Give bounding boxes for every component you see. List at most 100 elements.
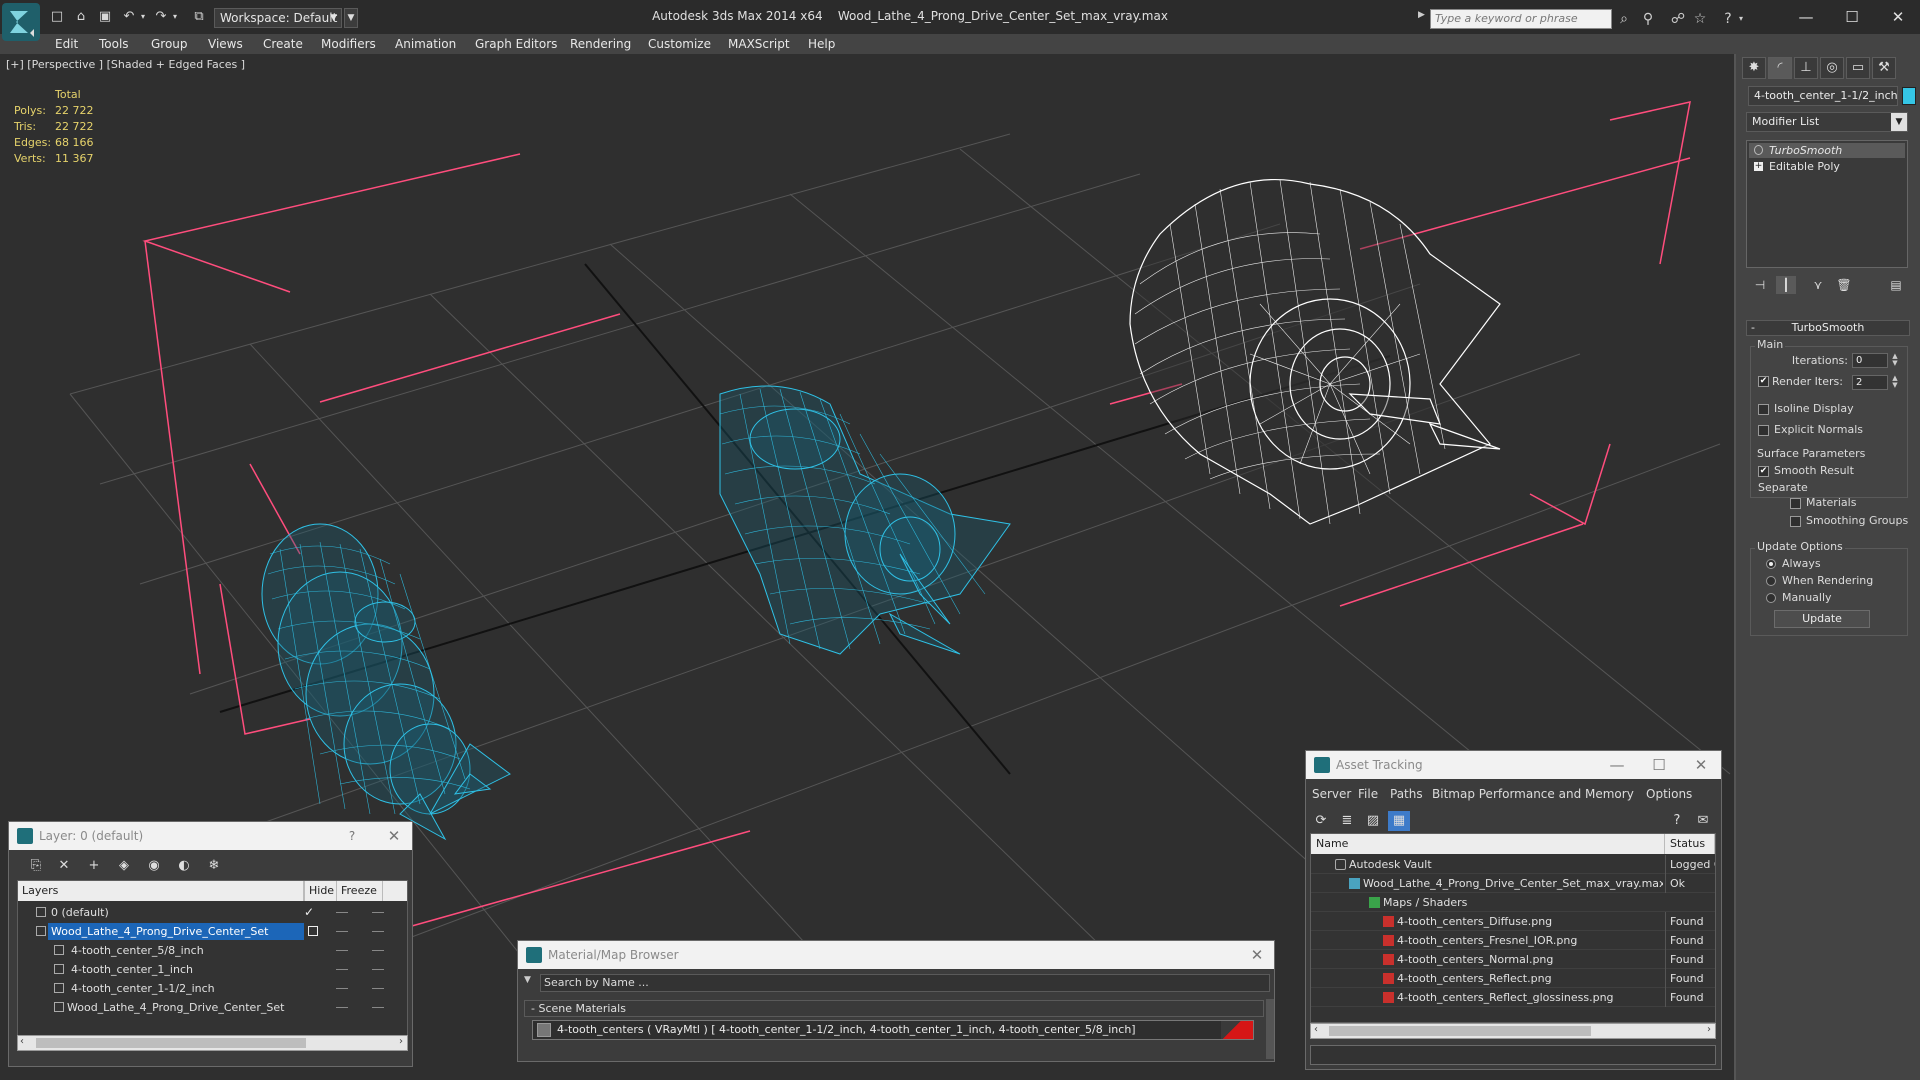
menu-maxscript[interactable]: MAXScript (728, 34, 790, 54)
asset-row[interactable]: 4-tooth_centers_Normal.png Found (1311, 950, 1715, 969)
column-header-status[interactable]: Status (1665, 834, 1715, 854)
spinner-arrows-icon[interactable]: ▲ ▼ (1890, 375, 1900, 390)
object-color-swatch[interactable] (1902, 87, 1916, 105)
freeze-toggle[interactable] (372, 988, 384, 989)
isoline-display-checkbox[interactable] (1758, 404, 1769, 415)
hide-toggle[interactable] (336, 950, 348, 951)
layer-row[interactable]: Wood_Lathe_4_Prong_Drive_Center_Set (18, 998, 407, 1017)
display-tab-icon[interactable]: ▭ (1846, 57, 1870, 79)
close-icon[interactable]: ✕ (1875, 4, 1920, 30)
help-dropdown-icon[interactable]: ▾ (1736, 10, 1746, 28)
hide-toggle[interactable] (336, 1007, 348, 1008)
menu-group[interactable]: Group (151, 34, 188, 54)
menu-customize[interactable]: Customize (648, 34, 711, 54)
freeze-toggle[interactable] (372, 912, 384, 913)
browser-options-icon[interactable]: ▼ (524, 975, 538, 991)
viewport-label[interactable]: [+] [Perspective ] [Shaded + Edged Faces… (6, 58, 245, 71)
freeze-all-layers-icon[interactable]: ❄ (203, 856, 225, 876)
column-header-name[interactable]: Name (1311, 834, 1665, 854)
stack-item-editable-poly[interactable]: + Editable Poly (1749, 159, 1905, 174)
lightbulb-icon[interactable] (1754, 145, 1763, 155)
menu-tools[interactable]: Tools (99, 34, 129, 54)
turbosmooth-rollout-header[interactable]: - TurboSmooth (1746, 320, 1910, 336)
column-header-freeze[interactable]: Freeze (337, 881, 383, 901)
help-icon[interactable]: ? (1718, 10, 1738, 28)
layer-horizontal-scrollbar[interactable]: ‹ › (17, 1035, 408, 1051)
list-view-icon[interactable]: ≣ (1336, 811, 1358, 831)
hide-all-layers-icon[interactable]: ◐ (173, 856, 195, 876)
menu-rendering[interactable]: Rendering (570, 34, 631, 54)
asset-horizontal-scrollbar[interactable]: ‹ › (1310, 1023, 1716, 1039)
utilities-tab-icon[interactable]: ⚒ (1872, 57, 1896, 79)
manually-radio[interactable] (1766, 593, 1776, 603)
freeze-toggle[interactable] (372, 1007, 384, 1008)
new-file-icon[interactable]: □ (48, 9, 66, 25)
asset-row[interactable]: Maps / Shaders (1311, 893, 1715, 912)
motion-tab-icon[interactable]: ◎ (1820, 57, 1844, 79)
search-input[interactable]: Type a keyword or phrase (1430, 9, 1612, 29)
subscription-icon[interactable]: ⚲ (1638, 10, 1658, 28)
freeze-toggle[interactable] (372, 950, 384, 951)
workspace-dropdown[interactable]: Workspace: Default ▼ (214, 8, 342, 28)
asset-menu-bitmap-performance[interactable]: Bitmap Performance and Memory (1432, 787, 1634, 801)
thumbnail-view-icon[interactable]: ▨ (1362, 811, 1384, 831)
table-view-icon[interactable]: ▦ (1388, 811, 1410, 831)
undo-dropdown-icon[interactable]: ▾ (138, 9, 148, 25)
explicit-normals-checkbox[interactable] (1758, 425, 1769, 436)
layer-row[interactable]: Wood_Lathe_4_Prong_Drive_Center_Set (18, 922, 407, 941)
spinner-arrows-icon[interactable]: ▲ ▼ (1890, 353, 1900, 368)
binoculars-icon[interactable]: ⌕ (1614, 10, 1634, 28)
expand-plus-icon[interactable]: + (1754, 162, 1763, 171)
minimize-icon[interactable]: — (1602, 751, 1632, 779)
material-item[interactable]: 4-tooth_centers ( VRayMtl ) [ 4-tooth_ce… (532, 1020, 1254, 1040)
asset-menu-paths[interactable]: Paths (1390, 787, 1423, 801)
asset-row[interactable]: 4-tooth_centers_Fresnel_IOR.png Found (1311, 931, 1715, 950)
help-icon[interactable]: ? (1666, 811, 1688, 831)
undo-icon[interactable]: ↶ (120, 9, 138, 25)
menu-graph-editors[interactable]: Graph Editors (475, 34, 557, 54)
create-tab-icon[interactable]: ✸ (1742, 57, 1766, 79)
add-to-layer-icon[interactable]: + (83, 856, 105, 876)
layer-row[interactable]: 4-tooth_center_1_inch (18, 960, 407, 979)
maximize-icon[interactable]: ☐ (1829, 4, 1875, 30)
object-name-field[interactable]: 4-tooth_center_1-1/2_inch (1748, 86, 1898, 106)
active-layer-check-icon[interactable]: ✓ (304, 903, 314, 922)
stack-item-turbosmooth[interactable]: TurboSmooth (1749, 143, 1905, 158)
search-expand-icon[interactable]: ▶ (1418, 10, 1430, 28)
asset-menu-file[interactable]: File (1358, 787, 1378, 801)
menu-edit[interactable]: Edit (55, 34, 78, 54)
asset-row[interactable]: 4-tooth_centers_Reflect.png Found (1311, 969, 1715, 988)
communication-center-icon[interactable]: ☍ (1668, 10, 1688, 28)
asset-menu-options[interactable]: Options (1646, 787, 1692, 801)
when-rendering-radio[interactable] (1766, 576, 1776, 586)
delete-layer-icon[interactable]: ✕ (53, 856, 75, 876)
help-icon[interactable]: ? (337, 822, 367, 850)
modify-tab-icon[interactable]: ◜ (1768, 57, 1792, 79)
favorites-star-icon[interactable]: ☆ (1690, 10, 1710, 28)
select-in-layer-icon[interactable]: ◈ (113, 856, 135, 876)
render-iters-checkbox[interactable]: ✔ (1758, 376, 1769, 387)
scroll-right-icon[interactable]: › (399, 1036, 403, 1047)
make-unique-icon[interactable]: ⋎ (1808, 276, 1828, 294)
material-browser-title-bar[interactable]: Material/Map Browser (518, 941, 1274, 969)
column-header-layers[interactable]: Layers (18, 881, 304, 901)
material-search-input[interactable]: Search by Name ... (540, 974, 1270, 992)
minimize-icon[interactable]: — (1783, 4, 1829, 30)
show-end-result-icon[interactable]: ┃ (1776, 276, 1796, 294)
hide-toggle[interactable] (336, 931, 348, 932)
pin-stack-icon[interactable]: ⊣ (1750, 276, 1770, 294)
project-folder-icon[interactable]: ⧉ (190, 9, 208, 25)
always-radio[interactable] (1766, 559, 1776, 569)
layer-row[interactable]: 4-tooth_center_5/8_inch (18, 941, 407, 960)
quick-access-dropdown-icon[interactable]: ▼ (344, 8, 358, 28)
asset-row[interactable]: 4-tooth_centers_Reflect_glossiness.png F… (1311, 988, 1715, 1007)
menu-modifiers[interactable]: Modifiers (321, 34, 376, 54)
update-button[interactable]: Update (1774, 610, 1870, 628)
menu-help[interactable]: Help (808, 34, 835, 54)
close-icon[interactable]: ✕ (1242, 941, 1272, 969)
asset-row[interactable]: Wood_Lathe_4_Prong_Drive_Center_Set_max_… (1311, 874, 1715, 893)
new-layer-icon[interactable]: ⎘ (25, 856, 47, 876)
scroll-thumb[interactable] (1329, 1026, 1591, 1036)
open-file-icon[interactable]: ⌂ (72, 9, 90, 25)
modifier-list-dropdown[interactable]: Modifier List ▼ (1746, 112, 1908, 132)
